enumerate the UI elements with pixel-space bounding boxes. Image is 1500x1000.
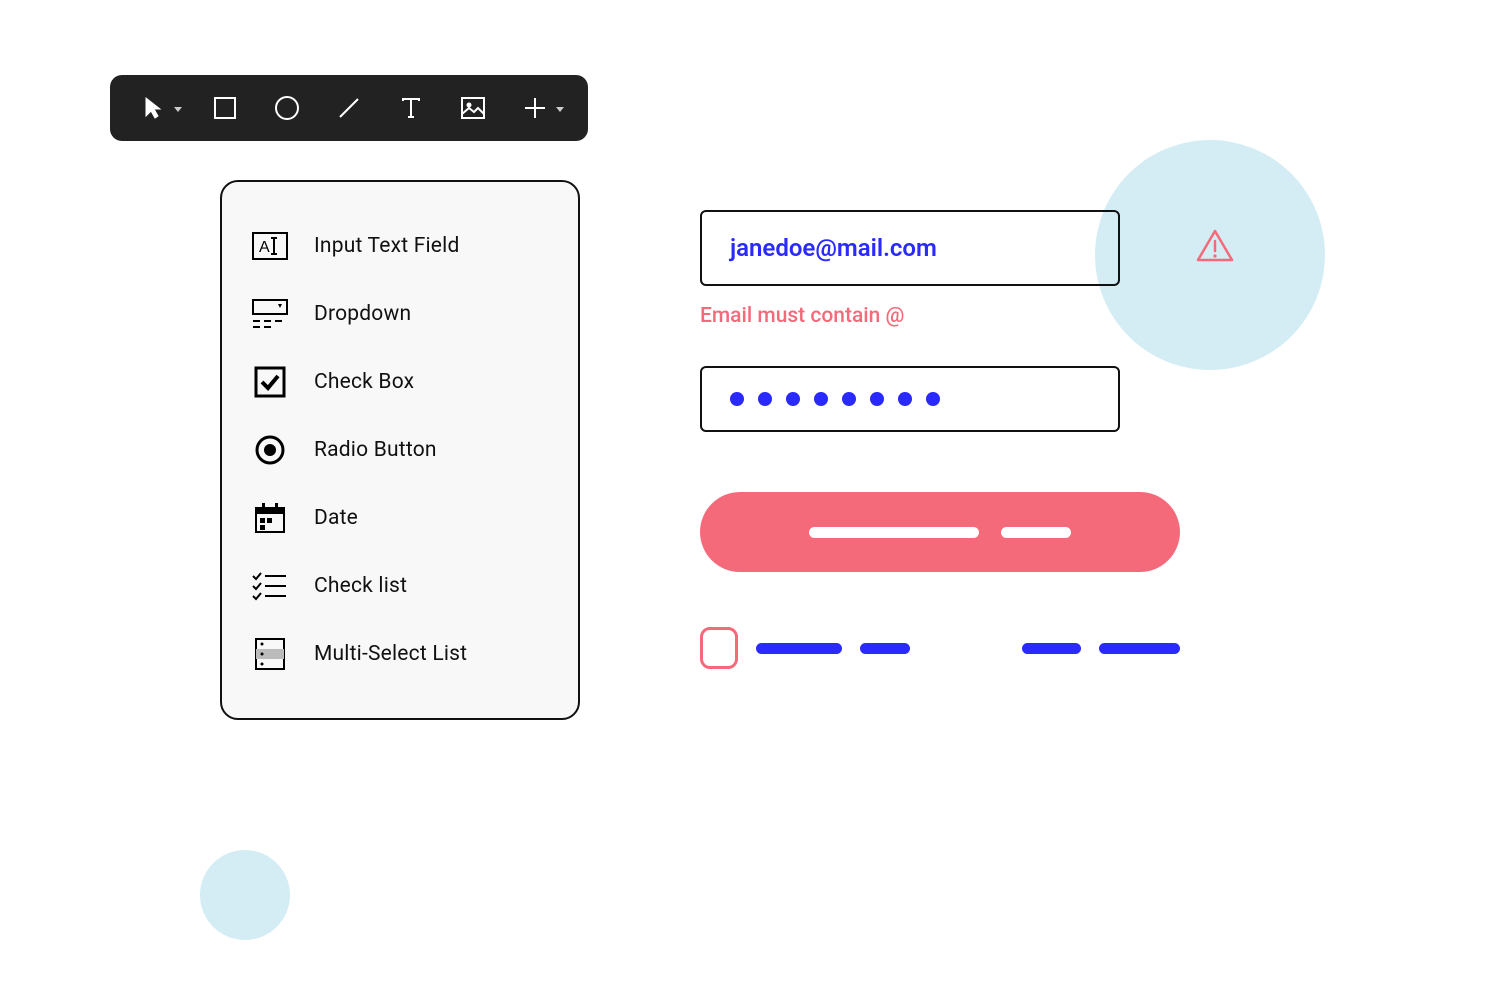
- line-tool[interactable]: [334, 93, 364, 123]
- password-dot: [758, 392, 772, 406]
- panel-item-radio[interactable]: Radio Button: [250, 416, 550, 484]
- terms-row: [700, 627, 1180, 669]
- form-preview: janedoe@mail.com Email must contain @: [700, 210, 1180, 669]
- password-dot: [898, 392, 912, 406]
- password-dot: [870, 392, 884, 406]
- text-placeholder: [756, 643, 842, 654]
- submit-button[interactable]: [700, 492, 1180, 572]
- cursor-tool[interactable]: [138, 93, 168, 123]
- text-placeholder: [860, 643, 910, 654]
- panel-item-input-text[interactable]: A Input Text Field: [250, 212, 550, 280]
- password-dot: [786, 392, 800, 406]
- text-icon: [399, 96, 423, 120]
- circle-tool[interactable]: [272, 93, 302, 123]
- panel-item-label: Multi-Select List: [314, 642, 467, 666]
- email-value: janedoe@mail.com: [730, 234, 937, 262]
- image-icon: [460, 96, 486, 120]
- svg-text:A: A: [259, 239, 270, 256]
- panel-item-dropdown[interactable]: Dropdown: [250, 280, 550, 348]
- password-field[interactable]: [700, 366, 1120, 432]
- checkbox-icon: [250, 364, 290, 400]
- image-tool[interactable]: [458, 93, 488, 123]
- email-error-message: Email must contain @: [700, 304, 1180, 328]
- button-text-placeholder: [809, 527, 979, 538]
- form-components-panel: A Input Text Field Dropdown: [220, 180, 580, 720]
- panel-item-multiselect[interactable]: Multi-Select List: [250, 620, 550, 688]
- panel-item-checklist[interactable]: Check list: [250, 552, 550, 620]
- checklist-icon: [250, 568, 290, 604]
- panel-item-label: Dropdown: [314, 302, 411, 326]
- button-text-placeholder: [1001, 527, 1071, 538]
- panel-item-label: Date: [314, 506, 358, 530]
- add-tool[interactable]: [520, 93, 550, 123]
- text-placeholder: [1099, 643, 1180, 654]
- cursor-icon: [143, 96, 163, 120]
- email-field[interactable]: janedoe@mail.com: [700, 210, 1120, 286]
- dropdown-icon: [250, 296, 290, 332]
- text-placeholder: [1022, 643, 1081, 654]
- text-tool[interactable]: [396, 93, 426, 123]
- terms-checkbox[interactable]: [700, 627, 738, 669]
- password-dot: [842, 392, 856, 406]
- panel-item-date[interactable]: Date: [250, 484, 550, 552]
- rectangle-tool[interactable]: [210, 93, 240, 123]
- password-dot: [730, 392, 744, 406]
- multiselect-icon: [250, 636, 290, 672]
- warning-icon: [1195, 228, 1235, 268]
- date-icon: [250, 500, 290, 536]
- rectangle-icon: [213, 96, 237, 120]
- panel-item-label: Check Box: [314, 370, 414, 394]
- panel-item-label: Radio Button: [314, 438, 437, 462]
- circle-icon: [274, 95, 300, 121]
- plus-icon: [523, 96, 547, 120]
- drawing-toolbar: [110, 75, 588, 141]
- panel-item-checkbox[interactable]: Check Box: [250, 348, 550, 416]
- line-icon: [336, 95, 362, 121]
- input-text-icon: A: [250, 228, 290, 264]
- radio-icon: [250, 432, 290, 468]
- panel-item-label: Check list: [314, 574, 407, 598]
- password-dot: [926, 392, 940, 406]
- password-dot: [814, 392, 828, 406]
- decorative-circle-small: [200, 850, 290, 940]
- panel-item-label: Input Text Field: [314, 234, 460, 258]
